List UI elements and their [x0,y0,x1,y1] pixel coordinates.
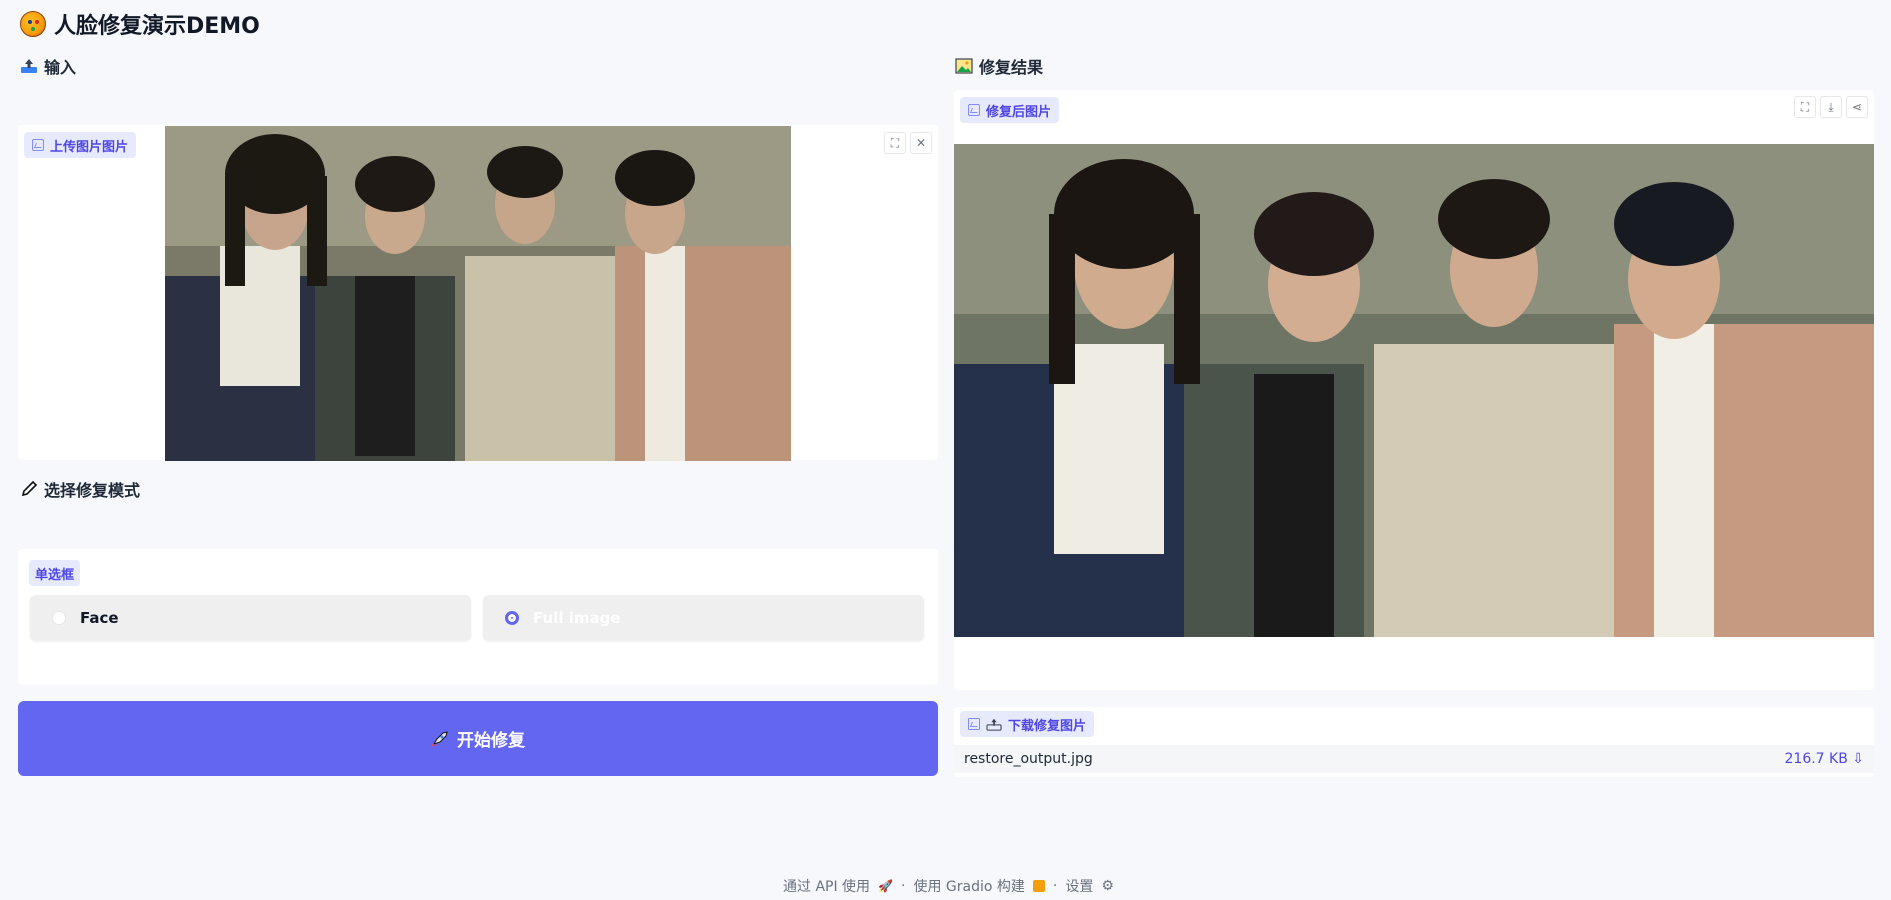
result-photo [954,144,1874,637]
download-file-name[interactable]: restore_output.jpg [964,751,1093,767]
input-image-panel[interactable]: 上传图片图片 ⛶ ✕ [18,125,938,461]
footer-separator: · [1052,878,1058,894]
radio-option-face[interactable]: Face [30,595,471,641]
image-icon [32,139,44,151]
footer-separator: · [901,878,906,894]
rocket-icon [431,730,449,747]
radio-badge: 单选框 [29,560,81,586]
palette-icon [20,11,46,37]
start-restore-button[interactable]: 开始修复 [18,701,938,776]
footer-settings-link[interactable]: 设置 [1065,876,1093,896]
fullscreen-icon[interactable]: ⛶ [1794,96,1816,118]
radio-panel: 单选框 Face Full image [18,549,938,685]
input-toolbar: ⛶ ✕ [884,132,932,154]
page-title-text: 人脸修复演示DEMO [54,14,260,39]
result-section-label: 修复结果 [955,54,1043,78]
gradio-logo-icon [1032,880,1045,892]
upload-icon [986,717,1002,731]
download-file-size[interactable]: 216.7 KB ⇩ [1785,751,1865,767]
download-badge: 下载修复图片 [960,711,1095,737]
upload-icon [20,58,38,74]
close-icon[interactable]: ✕ [910,132,932,154]
result-toolbar: ⛶ ⤓ ⋖ [1794,96,1868,118]
input-section-label: 输入 [20,54,76,78]
download-panel: 下载修复图片 restore_output.jpg 216.7 KB ⇩ [954,707,1874,777]
download-icon[interactable]: ⤓ [1820,96,1842,118]
file-icon [968,718,980,730]
pencil-icon [20,480,38,497]
mode-section-label: 选择修复模式 [20,477,140,501]
image-icon [968,104,980,116]
footer-api-link[interactable]: 通过 API 使用 [783,876,870,896]
page-title: 人脸修复演示DEMO [20,8,260,40]
rocket-icon: 🚀 [878,879,894,893]
radio-button-face[interactable] [52,611,66,625]
footer: 通过 API 使用 🚀 · 使用 Gradio 构建 · 设置 ⚙ [783,876,1114,896]
radio-option-full-image[interactable]: Full image [483,595,924,641]
radio-button-full-image[interactable] [505,611,519,625]
picture-icon [955,58,973,74]
upload-image-badge: 上传图片图片 [24,132,137,158]
share-icon[interactable]: ⋖ [1846,96,1868,118]
input-photo [165,126,791,461]
gear-icon: ⚙ [1101,878,1114,894]
footer-gradio-link[interactable]: 使用 Gradio 构建 [913,876,1024,896]
fullscreen-icon[interactable]: ⛶ [884,132,906,154]
result-image-panel: 修复后图片 ⛶ ⤓ ⋖ [954,90,1874,690]
download-file-row[interactable]: restore_output.jpg 216.7 KB ⇩ [954,745,1874,773]
result-image-badge: 修复后图片 [960,97,1060,123]
